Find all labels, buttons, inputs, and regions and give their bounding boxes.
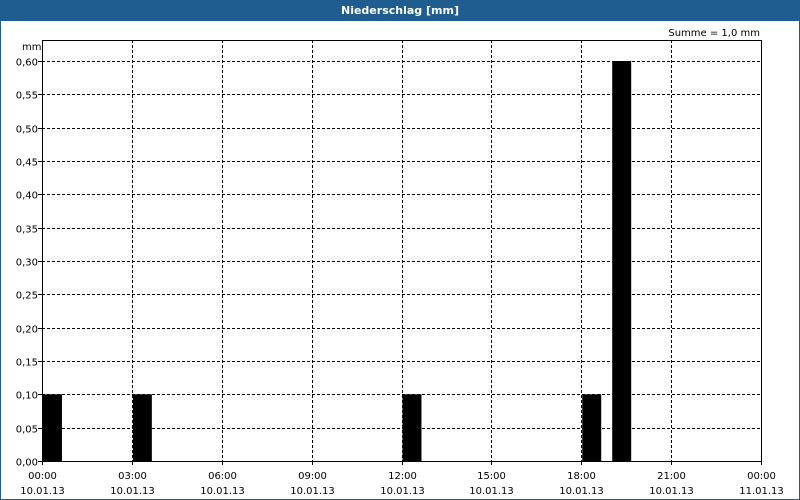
y-tick-label: 0,25 (16, 291, 38, 302)
precipitation-bar (582, 394, 602, 461)
x-tick-time: 15:00 (477, 471, 506, 482)
y-tick-label: 0,40 (16, 191, 38, 202)
precipitation-bar (43, 394, 62, 461)
sum-annotation: Summe = 1,0 mm (668, 28, 760, 39)
y-tick-labels: 0,00 0,05 0,10 0,15 0,20 0,25 0,30 0,35 0,40 0,45… (16, 58, 38, 469)
x-tick-time: 18:00 (567, 471, 596, 482)
y-tick-label: 0,50 (16, 125, 38, 136)
x-tick-date: 10.01.13 (559, 486, 604, 497)
y-tick-label: 0,55 (16, 91, 38, 102)
x-tick-date: 10.01.13 (469, 486, 514, 497)
y-tick-label: 0,05 (16, 425, 38, 436)
x-tick-date: 10.01.13 (20, 486, 65, 497)
y-tick-label: 0,10 (16, 391, 38, 402)
precipitation-bar (132, 394, 152, 461)
y-tick-label: 0,15 (16, 358, 38, 369)
precipitation-chart: mm Summe = 1,0 mm 0,000,050,100,150,200,… (16, 28, 784, 497)
x-tick-time: 03:00 (118, 471, 147, 482)
x-tick-labels: 00:00 10.01.13 03:00 10.01.13 06:00 10.01.13 0… (20, 471, 784, 497)
y-tick-label: 0,45 (16, 158, 38, 169)
x-tick-time: 06:00 (208, 471, 237, 482)
x-tick-time: 00:00 (747, 471, 776, 482)
precipitation-bar (612, 61, 632, 461)
x-tick-time: 21:00 (657, 471, 686, 482)
y-tick-label: 0,60 (16, 58, 38, 69)
x-tick-time: 12:00 (388, 471, 417, 482)
y-axis-label: mm (22, 42, 41, 53)
x-tick-date: 10.01.13 (380, 486, 425, 497)
x-tick-date: 10.01.13 (290, 486, 335, 497)
y-tick-label: 0,30 (16, 258, 38, 269)
precipitation-bar (402, 394, 422, 461)
x-tick-date: 10.01.13 (110, 486, 155, 497)
x-tick-time: 09:00 (298, 471, 327, 482)
y-tick-label: 0,35 (16, 225, 38, 236)
x-tick-date: 10.01.13 (649, 486, 694, 497)
x-tick-date: 11.01.13 (739, 486, 784, 497)
x-tick-time: 00:00 (28, 471, 57, 482)
y-tick-label: 0,20 (16, 325, 38, 336)
y-tick-label: 0,00 (16, 458, 38, 469)
x-tick-date: 10.01.13 (200, 486, 245, 497)
